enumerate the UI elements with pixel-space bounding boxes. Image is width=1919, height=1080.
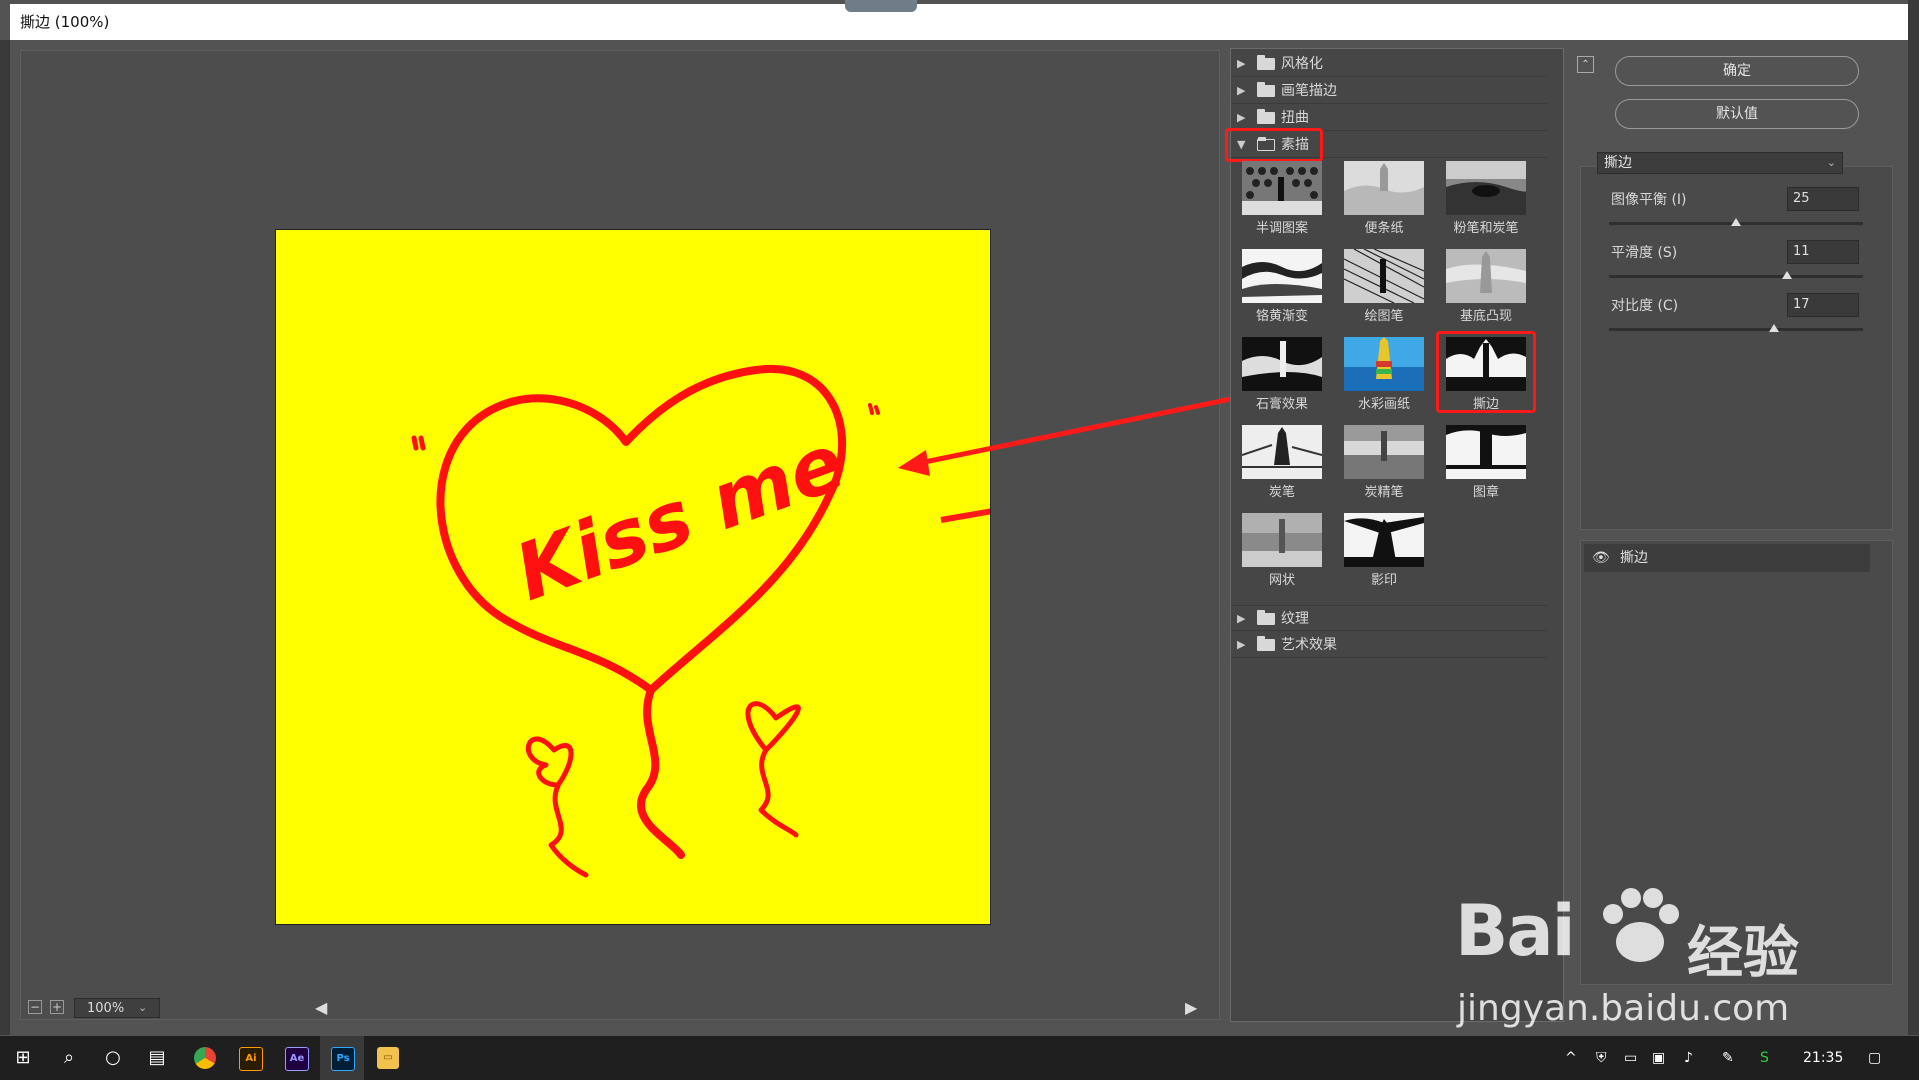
smoothness-slider[interactable] — [1609, 275, 1863, 278]
expand-arrow-icon: ▶ — [1237, 57, 1246, 70]
thumbnail-image — [1344, 337, 1424, 391]
contrast-label: 对比度 (C) — [1611, 298, 1679, 314]
filter-thumb-chrome[interactable]: 铬黄渐变 — [1241, 249, 1323, 337]
smoothness-slider-thumb[interactable] — [1781, 271, 1792, 279]
thumbnail-image — [1344, 513, 1424, 567]
filter-thumb-note-paper[interactable]: 便条纸 — [1343, 161, 1425, 249]
highlight-box-torn-edges — [1436, 331, 1536, 413]
image-balance-label: 图像平衡 (I) — [1611, 192, 1687, 208]
filter-thumb-stamp[interactable]: 图章 — [1445, 425, 1527, 513]
task-view-icon[interactable]: ▤ — [140, 1036, 174, 1080]
eye-icon[interactable]: 👁 — [1592, 544, 1610, 572]
folder-icon — [1257, 636, 1275, 651]
thumbnail-image — [1242, 249, 1322, 303]
filter-thumb-conte-crayon[interactable]: 炭精笔 — [1343, 425, 1425, 513]
file-explorer-icon[interactable]: ▭ — [377, 1047, 399, 1069]
folder-icon — [1257, 82, 1275, 97]
thumbnail-image — [1446, 161, 1526, 215]
network-icon[interactable]: ▣ — [1652, 1036, 1665, 1080]
thumbnail-image — [1344, 249, 1424, 303]
chevron-down-icon[interactable]: ⌄ — [138, 998, 147, 1018]
tray-chevron-up-icon[interactable]: ^ — [1565, 1036, 1577, 1080]
shield-icon[interactable]: ⛨ — [1596, 1036, 1607, 1080]
category-stylize[interactable]: ▶ 风格化 — [1231, 51, 1547, 77]
ok-button[interactable]: 确定 — [1615, 56, 1859, 86]
filter-gallery: ▶ 风格化 ▶ 画笔描边 ▶ 扭曲 ▼ 素描 半调图案 便条纸 粉笔和炭笔 铬黄… — [1225, 48, 1564, 1022]
filter-thumb-chalk-charcoal[interactable]: 粉笔和炭笔 — [1445, 161, 1527, 249]
after-effects-icon[interactable]: Ae — [285, 1047, 309, 1071]
category-brush-strokes[interactable]: ▶ 画笔描边 — [1231, 78, 1547, 104]
filter-thumb-halftone[interactable]: 半调图案 — [1241, 161, 1323, 249]
search-icon[interactable]: ⌕ — [52, 1036, 86, 1080]
smoothness-input[interactable]: 11 — [1787, 240, 1859, 264]
filter-thumb-photocopy[interactable]: 影印 — [1343, 513, 1425, 601]
thumbnail-image — [1446, 425, 1526, 479]
contrast-input[interactable]: 17 — [1787, 293, 1859, 317]
filter-thumb-water-paper[interactable]: 水彩画纸 — [1343, 337, 1425, 425]
expand-arrow-icon: ▶ — [1237, 612, 1246, 625]
cortana-icon[interactable]: ○ — [96, 1036, 130, 1080]
volume-icon[interactable]: ♪ — [1684, 1036, 1693, 1080]
zoom-bar: − + 100% ⌄ ◀ ▶ — [20, 996, 1220, 1022]
image-balance-slider-thumb[interactable] — [1731, 218, 1741, 226]
chrome-icon[interactable] — [194, 1047, 216, 1069]
illustrator-icon[interactable]: Ai — [239, 1047, 263, 1071]
thumbnail-image — [1242, 161, 1322, 215]
effect-layers-panel — [1580, 540, 1893, 985]
windows-taskbar: ⊞ ⌕ ○ ▤ Ai Ae Ps ▭ ^ ⛨ ▭ ▣ ♪ ✎ S 21:35 ▢ — [0, 1036, 1919, 1080]
clock[interactable]: 21:35 — [1803, 1036, 1843, 1080]
folder-icon — [1257, 55, 1275, 70]
filter-thumb-graphic-pen[interactable]: 绘图笔 — [1343, 249, 1425, 337]
thumbnail-image — [1242, 513, 1322, 567]
photoshop-icon[interactable]: Ps — [331, 1047, 355, 1071]
scroll-right-arrow[interactable]: ▶ — [1185, 996, 1197, 1020]
chevron-down-icon: ⌄ — [1826, 156, 1836, 169]
pen-icon[interactable]: ✎ — [1722, 1036, 1734, 1080]
expand-arrow-icon: ▶ — [1237, 638, 1246, 651]
app-tray-icon[interactable]: S — [1760, 1036, 1769, 1080]
filter-thumb-bas-relief[interactable]: 基底凸现 — [1445, 249, 1527, 337]
battery-icon[interactable]: ▭ — [1624, 1036, 1637, 1080]
smoothness-label: 平滑度 (S) — [1611, 245, 1678, 261]
contrast-slider-thumb[interactable] — [1769, 324, 1780, 332]
filter-thumb-plaster[interactable]: 石膏效果 — [1241, 337, 1323, 425]
thumbnail-image — [1242, 425, 1322, 479]
thumbnail-image — [1242, 337, 1322, 391]
highlight-box-sketch — [1225, 128, 1323, 162]
default-button[interactable]: 默认值 — [1615, 99, 1859, 129]
contrast-slider[interactable] — [1609, 328, 1863, 331]
image-balance-input[interactable]: 25 — [1787, 187, 1859, 211]
folder-icon — [1257, 109, 1275, 124]
scroll-left-arrow[interactable]: ◀ — [315, 996, 327, 1020]
folder-icon — [1257, 610, 1275, 625]
category-artistic[interactable]: ▶ 艺术效果 — [1231, 632, 1547, 658]
collapse-gallery-icon[interactable]: ⌃ — [1577, 56, 1594, 73]
effect-layer-row[interactable]: 👁 撕边 — [1584, 544, 1870, 572]
zoom-in-button[interactable]: + — [50, 1000, 64, 1014]
notification-icon[interactable]: ▢ — [1868, 1036, 1881, 1080]
expand-arrow-icon: ▶ — [1237, 84, 1246, 97]
windows-start-icon[interactable]: ⊞ — [6, 1036, 40, 1080]
filter-select[interactable]: 撕边 ⌄ — [1597, 152, 1843, 174]
filter-thumb-reticulation[interactable]: 网状 — [1241, 513, 1323, 601]
category-texture[interactable]: ▶ 纹理 — [1231, 605, 1547, 631]
zoom-out-button[interactable]: − — [28, 1000, 42, 1014]
thumbnail-image — [1446, 249, 1526, 303]
thumbnail-image — [1344, 425, 1424, 479]
filter-thumb-charcoal[interactable]: 炭笔 — [1241, 425, 1323, 513]
thumbnail-image — [1344, 161, 1424, 215]
